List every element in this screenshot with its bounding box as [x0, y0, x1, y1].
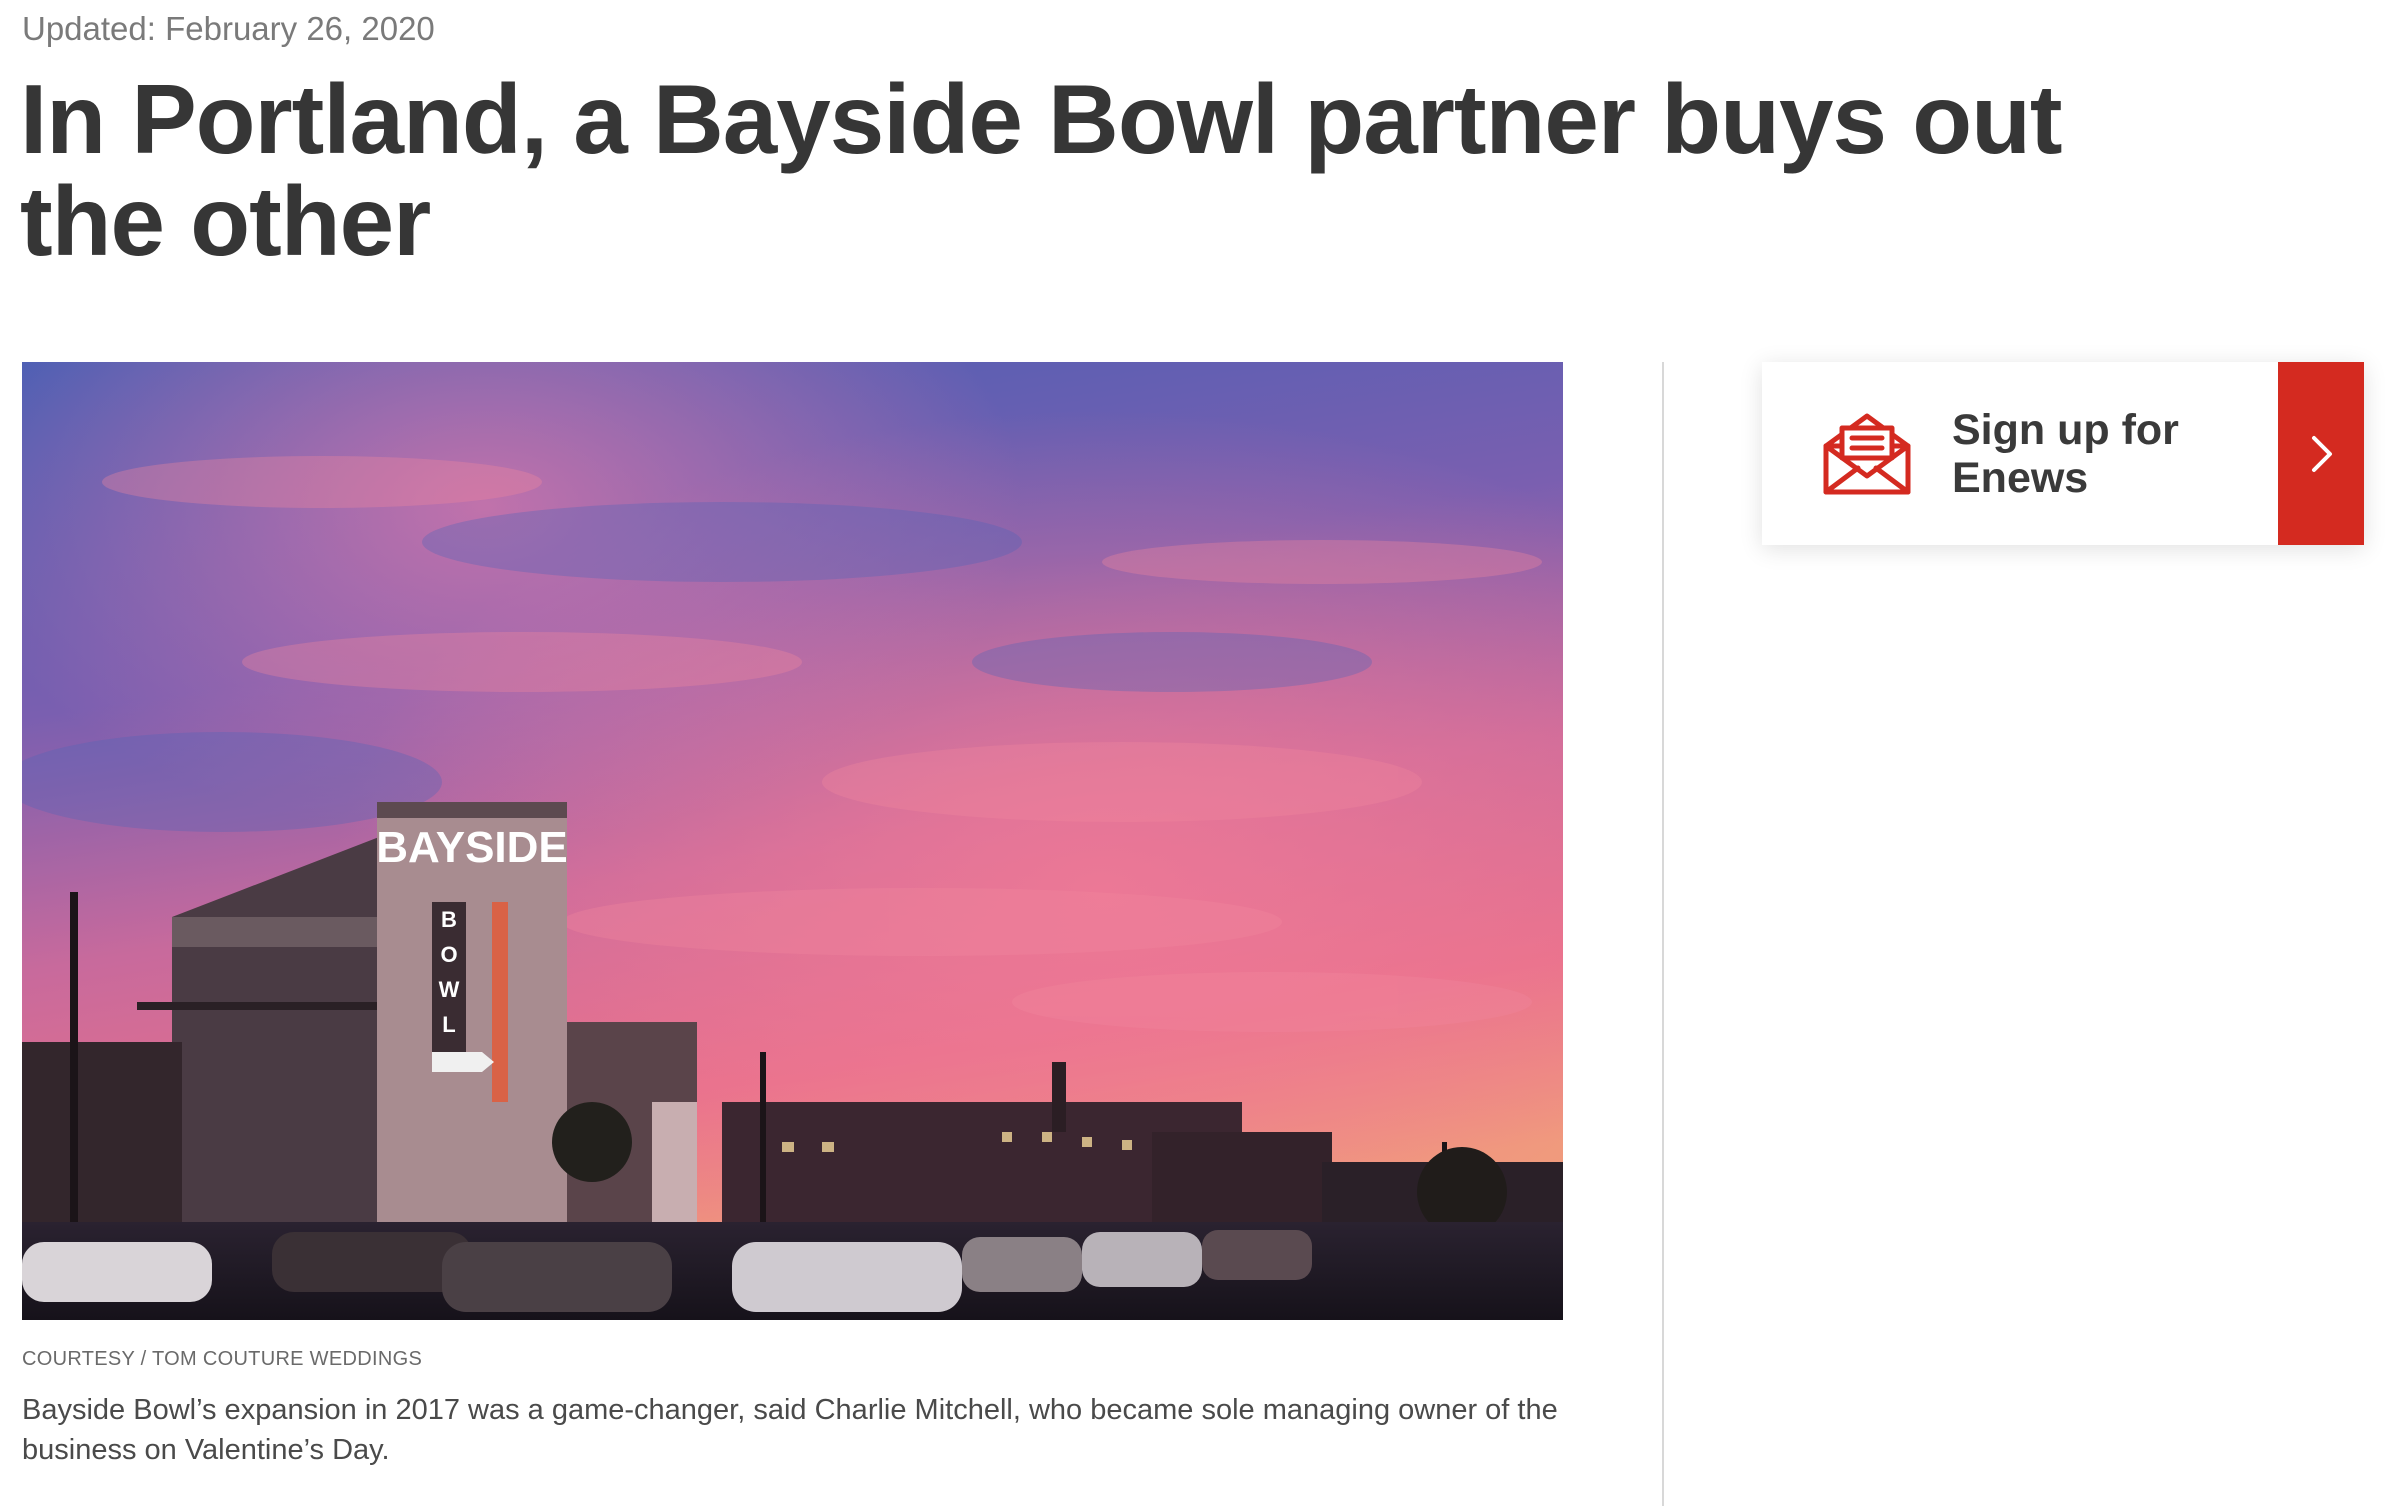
updated-date: Updated: February 26, 2020: [22, 10, 435, 47]
photo-sign-bayside: BAYSIDE: [376, 823, 568, 872]
photo-credit: COURTESY / TOM COUTURE WEDDINGS: [22, 1348, 423, 1370]
enews-signup-link[interactable]: Sign up for Enews: [1762, 362, 2278, 545]
article-headline: In Portland, a Bayside Bowl partner buys…: [20, 64, 2063, 276]
column-divider: [1662, 362, 1664, 1506]
photo-sign-letter: B: [441, 907, 457, 932]
photo-sign-letter: W: [439, 977, 460, 1002]
enews-arrow-button[interactable]: [2278, 362, 2364, 545]
enews-signup-card[interactable]: Sign up for Enews: [1762, 362, 2364, 545]
chevron-right-icon: [2312, 435, 2332, 472]
enews-label: Sign up for Enews: [1952, 405, 2179, 502]
article-photo[interactable]: BAYSIDE B O W L: [22, 362, 1563, 1320]
photo-caption: Bayside Bowl’s expansion in 2017 was a g…: [22, 1394, 1558, 1466]
photo-sign-letter: O: [440, 942, 457, 967]
photo-sign-letter: L: [442, 1012, 455, 1037]
envelope-newsletter-icon: [1823, 413, 1911, 494]
